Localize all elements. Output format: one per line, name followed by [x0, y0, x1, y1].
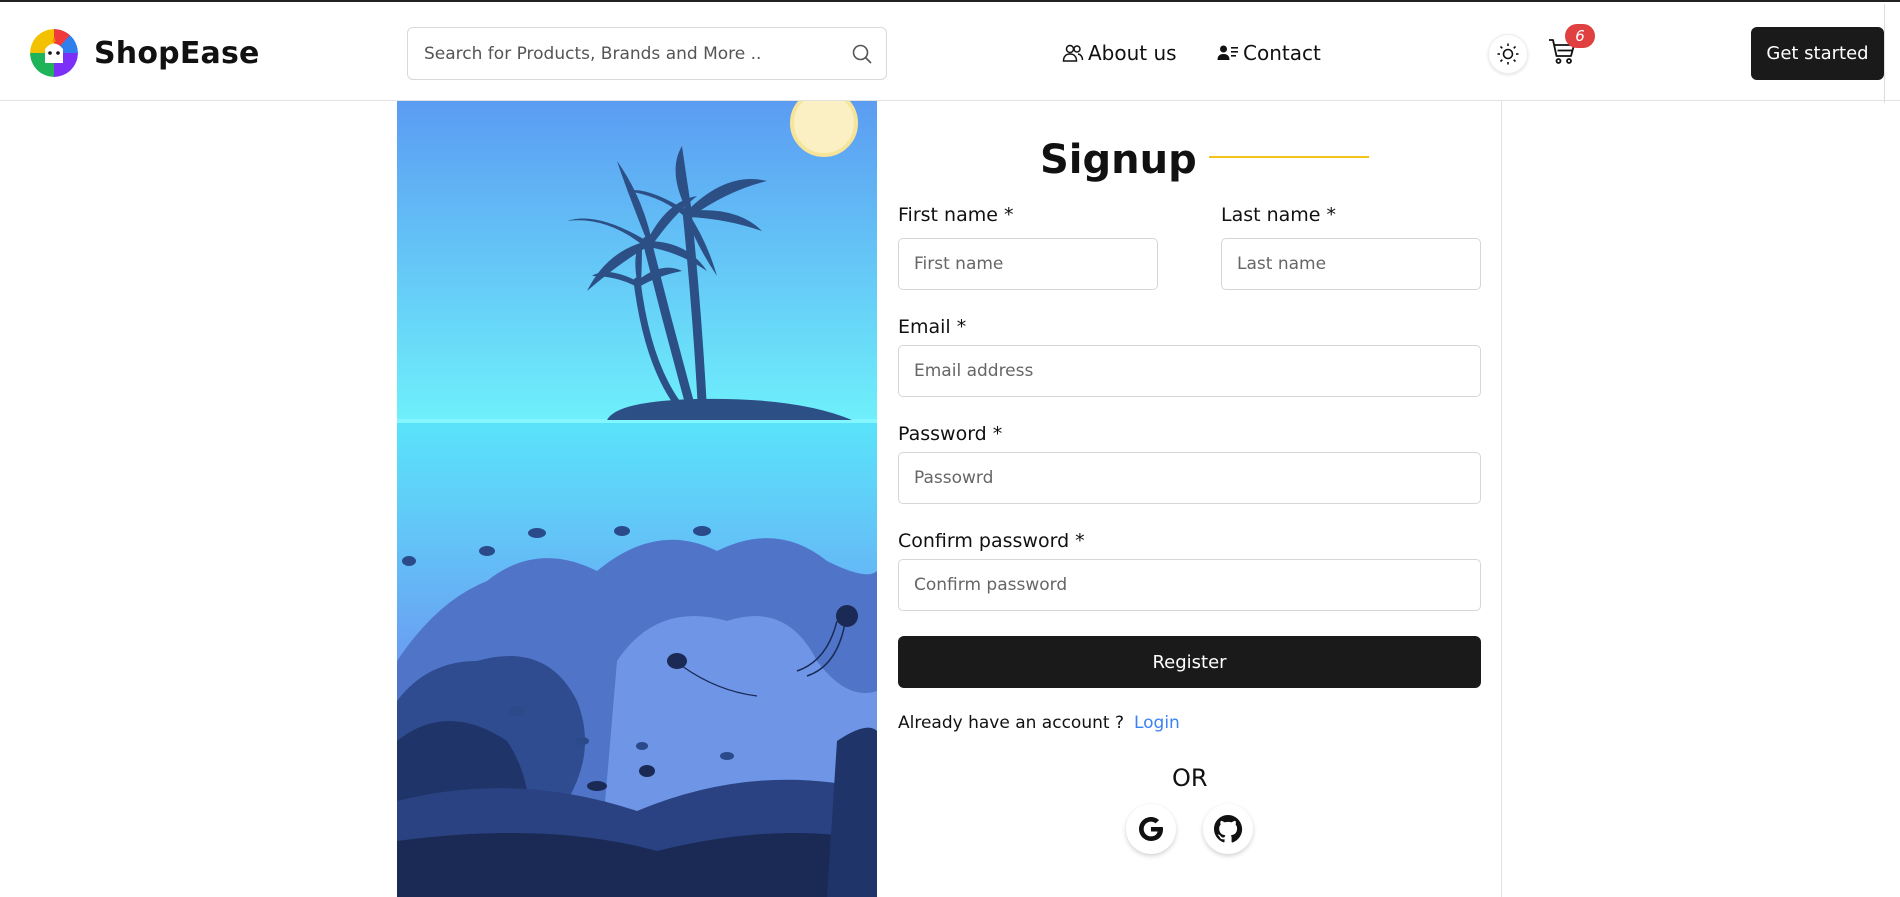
github-icon [1214, 815, 1243, 843]
brand-name: ShopEase [94, 35, 260, 71]
signup-heading: Signup [1040, 130, 1369, 190]
get-started-button[interactable]: Get started [1751, 27, 1884, 80]
password-label: Password * [898, 423, 1003, 445]
login-link[interactable]: Login [1134, 713, 1180, 733]
content-divider [1501, 101, 1502, 897]
header: ShopEase About us Contact [0, 2, 1900, 103]
title-accent-line [1208, 156, 1369, 158]
search-input[interactable] [424, 28, 844, 79]
scrollbar-edge [1884, 4, 1885, 103]
first-name-input[interactable] [898, 238, 1158, 290]
users-icon [1062, 44, 1084, 62]
nav-about-us[interactable]: About us [1062, 38, 1177, 68]
google-signin-button[interactable] [1126, 804, 1176, 854]
nav-about-label: About us [1088, 41, 1177, 65]
page-title: Signup [1040, 137, 1197, 183]
search-bar [407, 27, 887, 80]
sun-icon [1497, 43, 1519, 65]
nav-contact[interactable]: Contact [1217, 38, 1321, 68]
login-prompt-row: Already have an account ? Login [898, 713, 1180, 733]
google-icon [1139, 817, 1163, 841]
logo[interactable]: ShopEase [30, 28, 260, 78]
email-label: Email * [898, 316, 967, 338]
register-button[interactable]: Register [898, 636, 1481, 688]
cart-count-badge: 6 [1565, 24, 1595, 48]
search-icon[interactable] [850, 42, 874, 66]
signup-illustration [397, 101, 877, 897]
email-input[interactable] [898, 345, 1481, 397]
theme-toggle-button[interactable] [1488, 34, 1528, 74]
contact-card-icon [1217, 45, 1238, 60]
first-name-label: First name * [898, 204, 1014, 226]
last-name-input[interactable] [1221, 238, 1481, 290]
password-input[interactable] [898, 452, 1481, 504]
login-prompt-text: Already have an account ? [898, 713, 1124, 733]
nav-contact-label: Contact [1243, 41, 1321, 65]
confirm-password-label: Confirm password * [898, 530, 1085, 552]
or-divider-text: OR [1172, 764, 1208, 792]
tropical-island-underwater-illustration [397, 101, 877, 897]
confirm-password-input[interactable] [898, 559, 1481, 611]
github-signin-button[interactable] [1203, 804, 1253, 854]
last-name-label: Last name * [1221, 204, 1337, 226]
logo-icon [30, 29, 78, 77]
